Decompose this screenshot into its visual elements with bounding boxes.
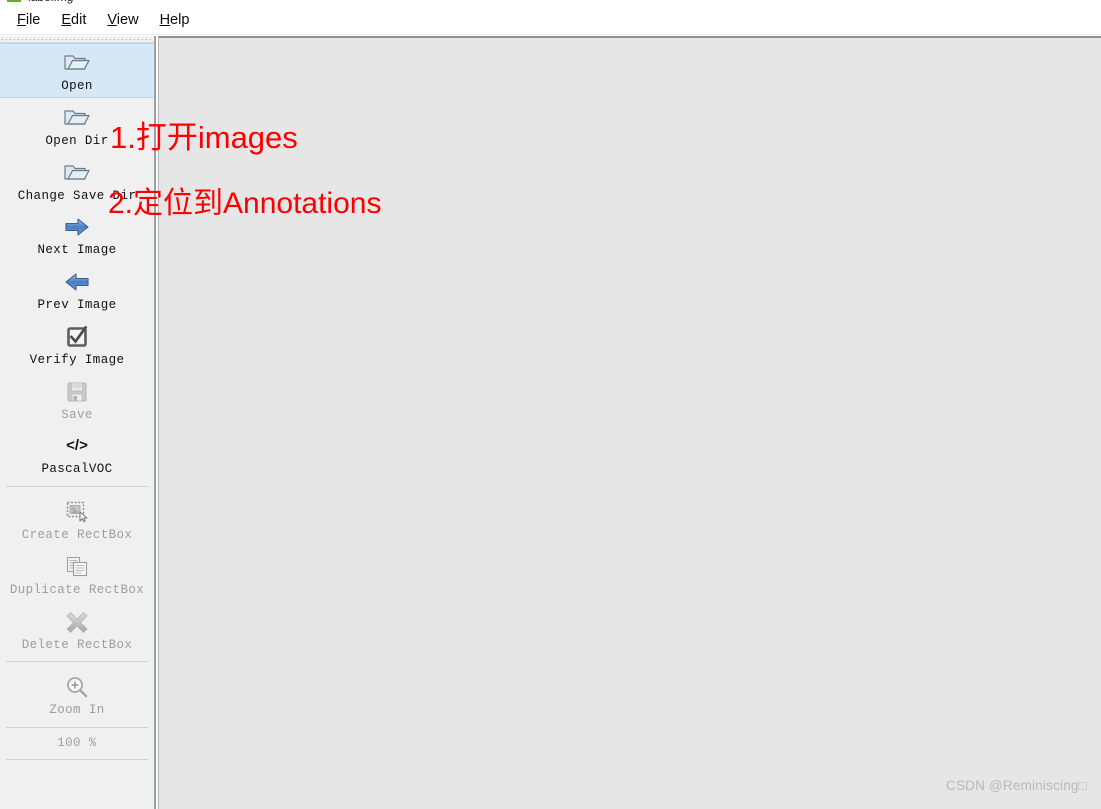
menu-help[interactable]: Help [150,10,201,31]
open-folder-icon [62,103,92,133]
duplicate-icon [62,552,92,582]
toolbar-button-change-save-dir[interactable]: Change Save Dir [0,153,154,208]
code-tag-icon: </> [66,437,88,455]
zoom-value-label: 100 % [57,736,97,750]
create-rectbox-icon [62,497,92,527]
toolbar-button-open-dir[interactable]: Open Dir [0,98,154,153]
toolbar-button-next-image[interactable]: Next Image [0,207,154,262]
toolbar-button-label: Verify Image [29,352,125,367]
toolbar-button-create-rectbox: Create RectBox [0,492,154,547]
menu-edit[interactable]: Edit [51,10,97,31]
open-folder-icon [62,48,92,78]
toolbar-button-label: Change Save Dir [17,188,137,203]
toolbar-button-label: Duplicate RectBox [9,582,145,597]
toolbar-button-label: Open Dir [45,133,109,148]
toolbar-button-zoom-in: Zoom In [0,667,154,722]
toolbar-button-verify-image[interactable]: Verify Image [0,317,154,372]
toolbar-button-label: Save [61,407,93,422]
menu-bar: File Edit View Help [0,7,1101,35]
zoom-in-icon [62,672,92,702]
left-toolbar: Open Open Dir Change Save Dir Next Image… [0,36,156,809]
toolbar-button-label: Delete RectBox [21,637,133,652]
labelimg-window: labelImg File Edit View Help Open [0,0,1101,809]
title-bar: labelImg [0,0,1101,7]
toolbar-button-duplicate-rectbox: Duplicate RectBox [0,547,154,602]
csdn-watermark: CSDN @Reminiscing□ [946,778,1087,793]
image-canvas[interactable] [158,36,1101,809]
delete-x-icon [62,607,92,637]
open-folder-icon [62,158,92,188]
toolbar-button-label: Next Image [37,243,117,258]
toolbar-button-label: Prev Image [37,298,117,312]
toolbar-button-prev-image[interactable]: Prev Image [0,262,154,317]
arrow-left-icon [62,267,92,297]
toolbar-button-open[interactable]: Open [0,43,154,98]
checkbox-checked-icon [62,322,92,352]
toolbar-button-label: Zoom In [49,703,105,718]
toolbar-separator [6,661,148,663]
toolbar-button-delete-rectbox: Delete RectBox [0,602,154,657]
menu-view[interactable]: View [97,10,149,31]
toolbar-button-label: Create RectBox [21,528,133,542]
toolbar-button-label: Open [61,79,93,93]
toolbar-drag-handle[interactable] [0,36,154,43]
toolbar-separator [6,759,148,760]
toolbar-separator [6,727,148,728]
window-title: labelImg [28,0,73,4]
menu-file[interactable]: File [7,10,51,31]
toolbar-separator [6,486,148,487]
toolbar-button-save: Save [0,372,154,427]
floppy-disk-icon [62,377,92,407]
toolbar-button-label: PascalVOC [41,462,113,477]
toolbar-button-pascalvoc[interactable]: </> PascalVOC [0,426,154,481]
arrow-right-icon [62,212,92,242]
labelimg-logo-icon [6,0,22,5]
